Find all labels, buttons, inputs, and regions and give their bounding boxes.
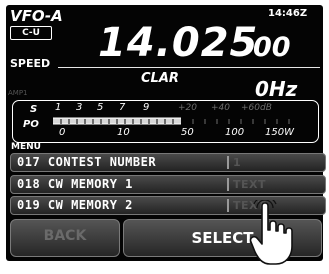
speed-label: SPEED bbox=[10, 57, 51, 70]
po-scale-label: 100 bbox=[225, 127, 245, 138]
clar-value: 0Hz bbox=[255, 77, 298, 101]
clar-label: CLAR bbox=[141, 71, 179, 86]
frequency-underline bbox=[58, 67, 320, 68]
amp-label: AMP1 bbox=[8, 89, 28, 97]
menu-item-label: 018 CW MEMORY 1 bbox=[17, 177, 133, 191]
menu-item-018[interactable]: 018 CW MEMORY 1 TEXT bbox=[10, 175, 326, 194]
pointing-hand-icon bbox=[249, 200, 293, 265]
vfo-mode-tag: C-U bbox=[10, 26, 52, 40]
menu-title: MENU bbox=[11, 142, 41, 152]
row-divider bbox=[227, 178, 229, 191]
row-divider bbox=[227, 156, 229, 169]
back-button-label: BACK bbox=[43, 228, 87, 244]
s-scale-label: 5 bbox=[97, 102, 104, 113]
s-scale-label: 7 bbox=[119, 102, 126, 113]
s-scale-label: +40 bbox=[211, 103, 230, 113]
signal-meter: S PO 1 3 5 7 9 +20 +40 +60dB 0 10 50 100… bbox=[12, 100, 319, 143]
s-scale-label: 9 bbox=[143, 102, 150, 113]
menu-item-value: 1 bbox=[233, 156, 242, 169]
menu-item-017[interactable]: 017 CONTEST NUMBER 1 bbox=[10, 153, 326, 172]
s-scale-label: 1 bbox=[55, 102, 62, 113]
po-scale-label: 10 bbox=[117, 127, 130, 138]
s-scale-label: +60dB bbox=[241, 103, 272, 113]
clock: 14:46Z bbox=[268, 8, 308, 19]
menu-item-label: 017 CONTEST NUMBER bbox=[17, 155, 157, 169]
s-scale-label: 3 bbox=[76, 102, 83, 113]
s-meter-label: S bbox=[30, 104, 38, 115]
po-scale-label: 0 bbox=[59, 127, 66, 138]
menu-item-label: 019 CW MEMORY 2 bbox=[17, 198, 133, 212]
frequency-main: 14.025 bbox=[98, 20, 259, 66]
po-scale-label: 50 bbox=[181, 127, 194, 138]
s-scale-label: +20 bbox=[178, 103, 197, 113]
frequency-sub: 00 bbox=[253, 32, 291, 63]
meter-scale bbox=[53, 117, 290, 125]
vfo-label: VFO-A bbox=[10, 7, 63, 25]
row-divider bbox=[227, 199, 229, 212]
back-button[interactable]: BACK bbox=[10, 219, 120, 257]
menu-item-value: TEXT bbox=[233, 178, 267, 191]
po-scale-label: 150W bbox=[265, 127, 294, 138]
po-meter-label: PO bbox=[23, 119, 39, 130]
